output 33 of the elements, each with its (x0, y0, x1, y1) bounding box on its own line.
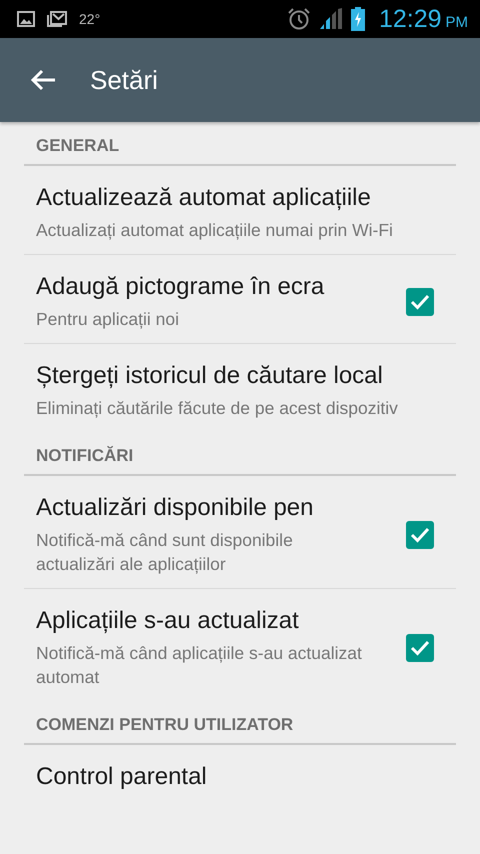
setting-title: Control parental (36, 763, 208, 791)
setting-description: Eliminați căutările făcute de pe acest dispozitiv (36, 397, 399, 420)
settings-item[interactable]: Aplicațiile s-au actualizat Notifică-mă când aplicațiile s-au actualizat automat (24, 589, 456, 701)
screen-title: Setări (90, 64, 158, 96)
checkbox[interactable] (406, 521, 434, 549)
setting-description: Pentru aplicații noi (36, 308, 180, 331)
clock-period: PM (446, 14, 468, 30)
clock-time: 12:29 (378, 4, 442, 34)
setting-description: Notifică-mă când aplicațiile s-au actualizat automat (36, 642, 363, 689)
setting-description: Actualizați automat aplicațiile numai prin Wi-Fi (36, 219, 394, 242)
checkbox[interactable] (406, 288, 434, 316)
setting-title: Aplicațiile s-au actualizat (36, 607, 300, 635)
mail-icon (47, 11, 67, 27)
setting-title: Actualizări disponibile pen (36, 494, 314, 522)
signal-icon (318, 8, 343, 30)
section-header: NOTIFICĂRI (35, 445, 134, 467)
picture-icon (17, 11, 35, 27)
settings-item[interactable]: Ștergeți istoricul de căutare local Eliminați căutările făcute de pe acest dispozitiv (24, 344, 456, 432)
settings-item[interactable]: Control parental (24, 745, 456, 803)
battery-icon (350, 7, 365, 31)
setting-title: Actualizează automat aplicațiile (36, 184, 372, 212)
setting-title: Adaugă pictograme în ecra (36, 273, 326, 301)
back-icon[interactable] (30, 69, 56, 91)
settings-item[interactable]: Adaugă pictograme în ecra Pentru aplicații noi (24, 255, 456, 344)
section-header: GENERAL (35, 135, 120, 157)
alarm-icon (286, 7, 311, 31)
settings-item[interactable]: Actualizează automat aplicațiile Actualizați automat aplicațiile numai prin Wi-Fi (24, 166, 456, 255)
setting-description: Notifică-mă când sunt disponibile actualizări ale aplicațiilor (36, 529, 294, 576)
setting-title: Ștergeți istoricul de căutare local (36, 362, 384, 390)
settings-item[interactable]: Actualizări disponibile pen Notifică-mă când sunt disponibile actualizări ale aplicațiilor (24, 476, 456, 589)
checkbox[interactable] (406, 634, 434, 662)
temperature-text: 22° (79, 11, 100, 27)
section-header: COMENZI PENTRU UTILIZATOR (35, 714, 294, 736)
